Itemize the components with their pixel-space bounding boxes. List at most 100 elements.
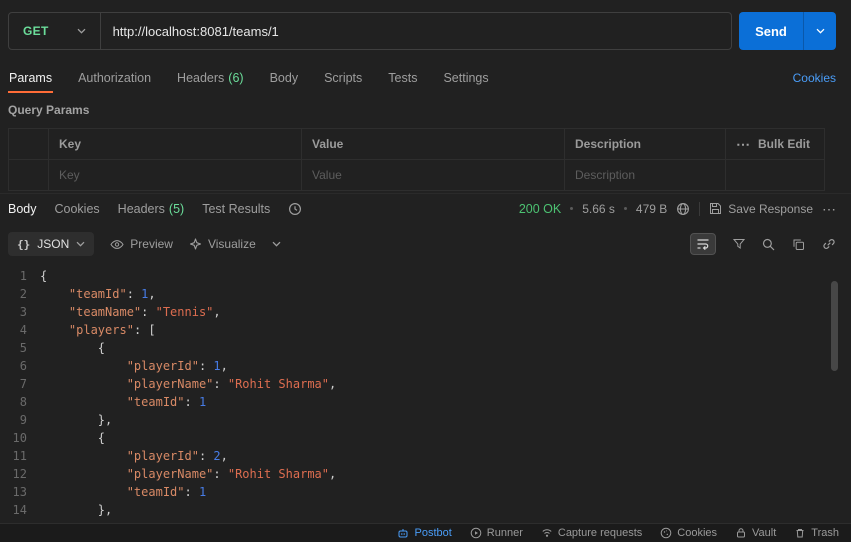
line-number: 14 [12,503,27,517]
footer-capture-requests[interactable]: Capture requests [541,527,642,539]
description-column-header: Description [565,129,726,160]
eye-icon [110,239,124,249]
code-line: 12 "playerName": "Rohit Sharma", [0,465,836,483]
bulk-edit-menu-icon[interactable]: ⋯ [736,137,750,151]
footer-label: Runner [486,527,523,539]
preview-button[interactable]: Preview [110,237,173,251]
link-button[interactable] [822,237,836,251]
footer-runner[interactable]: Runner [470,527,523,539]
dot-separator [623,207,627,210]
footer-cookies[interactable]: Cookies [660,527,717,539]
response-viewer-toolbar: {} JSON Preview Visualize [8,229,836,259]
tab-count: (5) [168,201,185,216]
tab-settings[interactable]: Settings [442,65,489,91]
line-number: 11 [12,449,27,463]
param-description-input[interactable] [575,168,715,182]
viewer-overflow-chevron[interactable] [272,241,281,247]
tab-body[interactable]: Body [269,65,300,91]
response-time: 5.66 s [582,201,615,216]
tab-label: Tests [388,71,418,85]
search-button[interactable] [762,238,775,251]
code-line: 7 "playerName": "Rohit Sharma", [0,375,836,393]
filter-icon [733,239,745,249]
filter-button[interactable] [733,238,745,250]
param-actions-cell [726,160,825,191]
save-response-button[interactable]: Save Response [709,202,813,216]
row-handle-cell [9,160,49,191]
save-icon [710,203,722,214]
line-number: 4 [19,323,27,337]
param-value-input[interactable] [312,168,554,182]
history-icon[interactable] [288,202,302,216]
format-dropdown[interactable]: {} JSON [8,232,95,256]
line-number: 5 [19,341,27,355]
tab-tests[interactable]: Tests [387,65,418,91]
footer-trash[interactable]: Trash [794,527,839,539]
response-body-viewer[interactable]: 1{2 "teamId": 1, 3 "teamName": "Tennis", 4… [0,261,836,523]
scrollbar-thumb[interactable] [831,281,838,371]
footer-label: Vault [752,527,777,539]
viewer-icon-group [690,233,836,255]
send-button[interactable]: Send [739,12,803,50]
tab-params[interactable]: Params [8,65,54,93]
chevron-down-icon [76,241,85,247]
trash-icon [796,529,804,538]
line-number: 7 [19,377,27,391]
table-actions-header: ⋯ Bulk Edit [726,129,825,160]
tab-label: Settings [443,71,489,85]
method-selector[interactable]: GET [9,13,101,49]
url-box: GET [8,12,732,50]
tab-headers[interactable]: Headers (6) [176,65,245,91]
tab-label: Params [9,71,53,85]
more-options-icon[interactable]: ⋯ [822,202,836,216]
key-column-header: Key [49,129,302,160]
request-bar: GET Send [8,12,836,50]
response-tab-headers[interactable]: Headers (5) [118,202,185,216]
tab-label: Headers [117,201,165,216]
search-icon [762,238,775,250]
copy-icon [793,239,804,250]
visualize-label: Visualize [207,237,256,251]
tab-authorization[interactable]: Authorization [77,65,152,91]
footer-label: Cookies [677,527,718,539]
code-line: 6 "playerId": 1, [0,357,836,375]
line-number: 1 [19,269,27,283]
response-meta: 200 OK 5.66 s 479 B Save Response ⋯ [519,201,836,216]
braces-icon: {} [17,237,31,251]
line-number: 13 [12,485,27,499]
tab-scripts[interactable]: Scripts [323,65,363,91]
code-line: 1{ [0,267,836,285]
link-icon [823,239,835,249]
wrap-text-button[interactable] [690,233,716,255]
save-response-label: Save Response [728,201,813,216]
network-icon[interactable] [676,202,690,216]
copy-button[interactable] [792,238,805,251]
visualize-button[interactable]: Visualize [189,237,256,251]
cookies-link[interactable]: Cookies [793,71,836,85]
code-line: 14 }, [0,501,836,519]
chevron-down-icon [272,241,281,247]
table-header-row: Key Value Description ⋯ Bulk Edit [9,129,825,160]
code-lines: 1{2 "teamId": 1, 3 "teamName": "Tennis", 4… [0,267,836,519]
footer-postbot[interactable]: Postbot [397,527,452,539]
param-key-input[interactable] [59,168,291,182]
tab-label: Headers [177,71,225,85]
footer-vault[interactable]: Vault [735,527,776,539]
divider [699,201,701,216]
param-key-cell [49,160,302,191]
bulk-edit-button[interactable]: Bulk Edit [758,137,810,151]
footer-label: Postbot [414,527,452,539]
sparkle-icon [189,237,202,250]
response-tab-cookies[interactable]: Cookies [55,202,100,216]
url-input[interactable] [100,23,731,39]
send-options-button[interactable] [803,12,836,50]
tab-label: Cookies [54,201,100,216]
response-tab-test-results[interactable]: Test Results [202,202,270,216]
send-split-button: Send [739,12,836,50]
footer-label: Capture requests [557,527,643,539]
dot-separator [570,207,574,210]
code-line: 8 "teamId": 1 [0,393,836,411]
response-tab-body[interactable]: Body [8,202,37,216]
tab-label: Test Results [202,201,271,216]
postman-app: GET Send Params Authorization Headers(6)… [0,0,851,542]
